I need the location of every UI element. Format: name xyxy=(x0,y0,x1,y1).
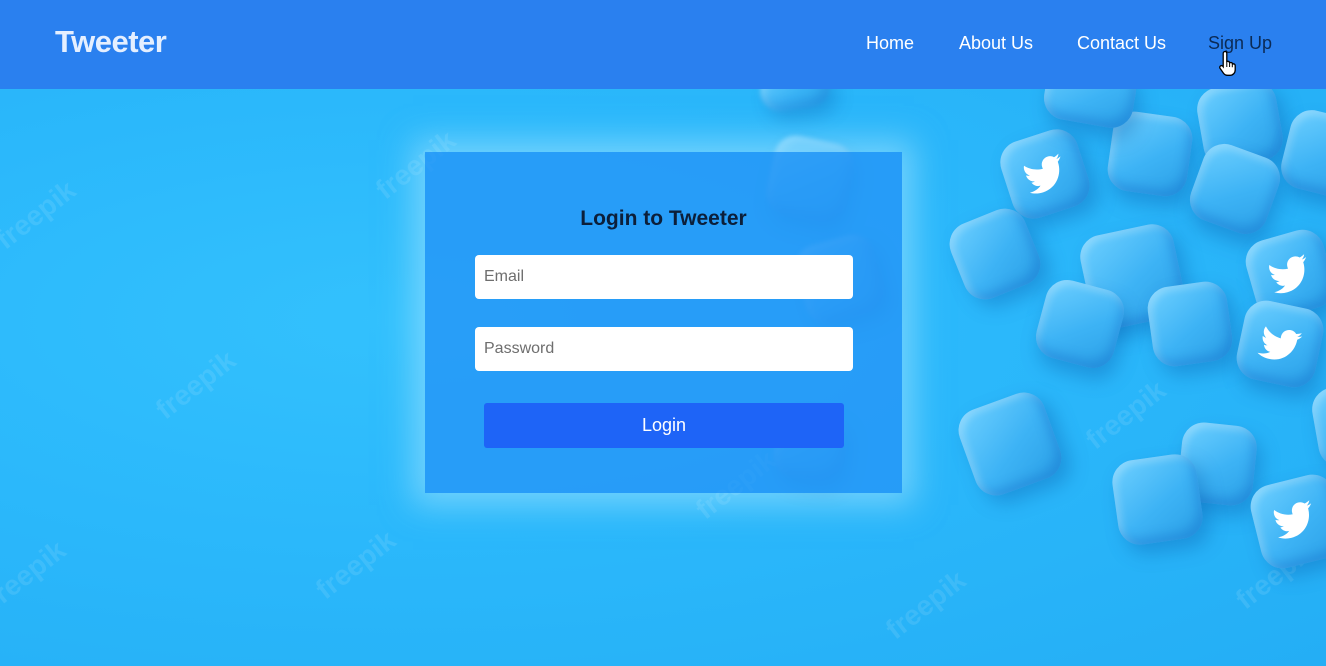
watermark: freepik xyxy=(879,564,972,646)
login-button[interactable]: Login xyxy=(484,403,844,448)
app-tile xyxy=(952,386,1068,502)
hand-pointer-cursor-icon xyxy=(1219,50,1236,76)
nav-link-about-us[interactable]: About Us xyxy=(959,33,1033,54)
email-input[interactable] xyxy=(475,255,853,299)
bird-icon xyxy=(1257,326,1303,360)
brand-logo[interactable]: Tweeter xyxy=(55,24,167,60)
bird-icon xyxy=(1023,153,1061,194)
watermark: freepik xyxy=(0,534,72,616)
watermark: freepik xyxy=(149,344,242,426)
app-tile xyxy=(1276,105,1326,203)
bird-icon xyxy=(1269,254,1307,294)
navbar: Tweeter Home About Us Contact Us Sign Up xyxy=(0,0,1326,89)
login-title: Login to Tweeter xyxy=(580,207,747,230)
nav-link-home[interactable]: Home xyxy=(866,33,914,54)
nav-link-contact-us[interactable]: Contact Us xyxy=(1077,33,1166,54)
nav-link-sign-up[interactable]: Sign Up xyxy=(1208,33,1272,54)
app-tile xyxy=(1144,278,1236,370)
watermark: freepik xyxy=(0,174,82,256)
password-input[interactable] xyxy=(475,327,853,371)
app-tile xyxy=(1109,451,1206,548)
watermark: freepik xyxy=(309,524,402,606)
login-card: Login to Tweeter Login xyxy=(425,152,902,493)
app-tile xyxy=(757,89,833,114)
app-tile xyxy=(1232,296,1326,392)
bird-icon xyxy=(1273,500,1312,539)
app-tile xyxy=(1245,469,1326,574)
watermark: freepik xyxy=(1079,374,1172,456)
app-tile xyxy=(1308,377,1326,471)
